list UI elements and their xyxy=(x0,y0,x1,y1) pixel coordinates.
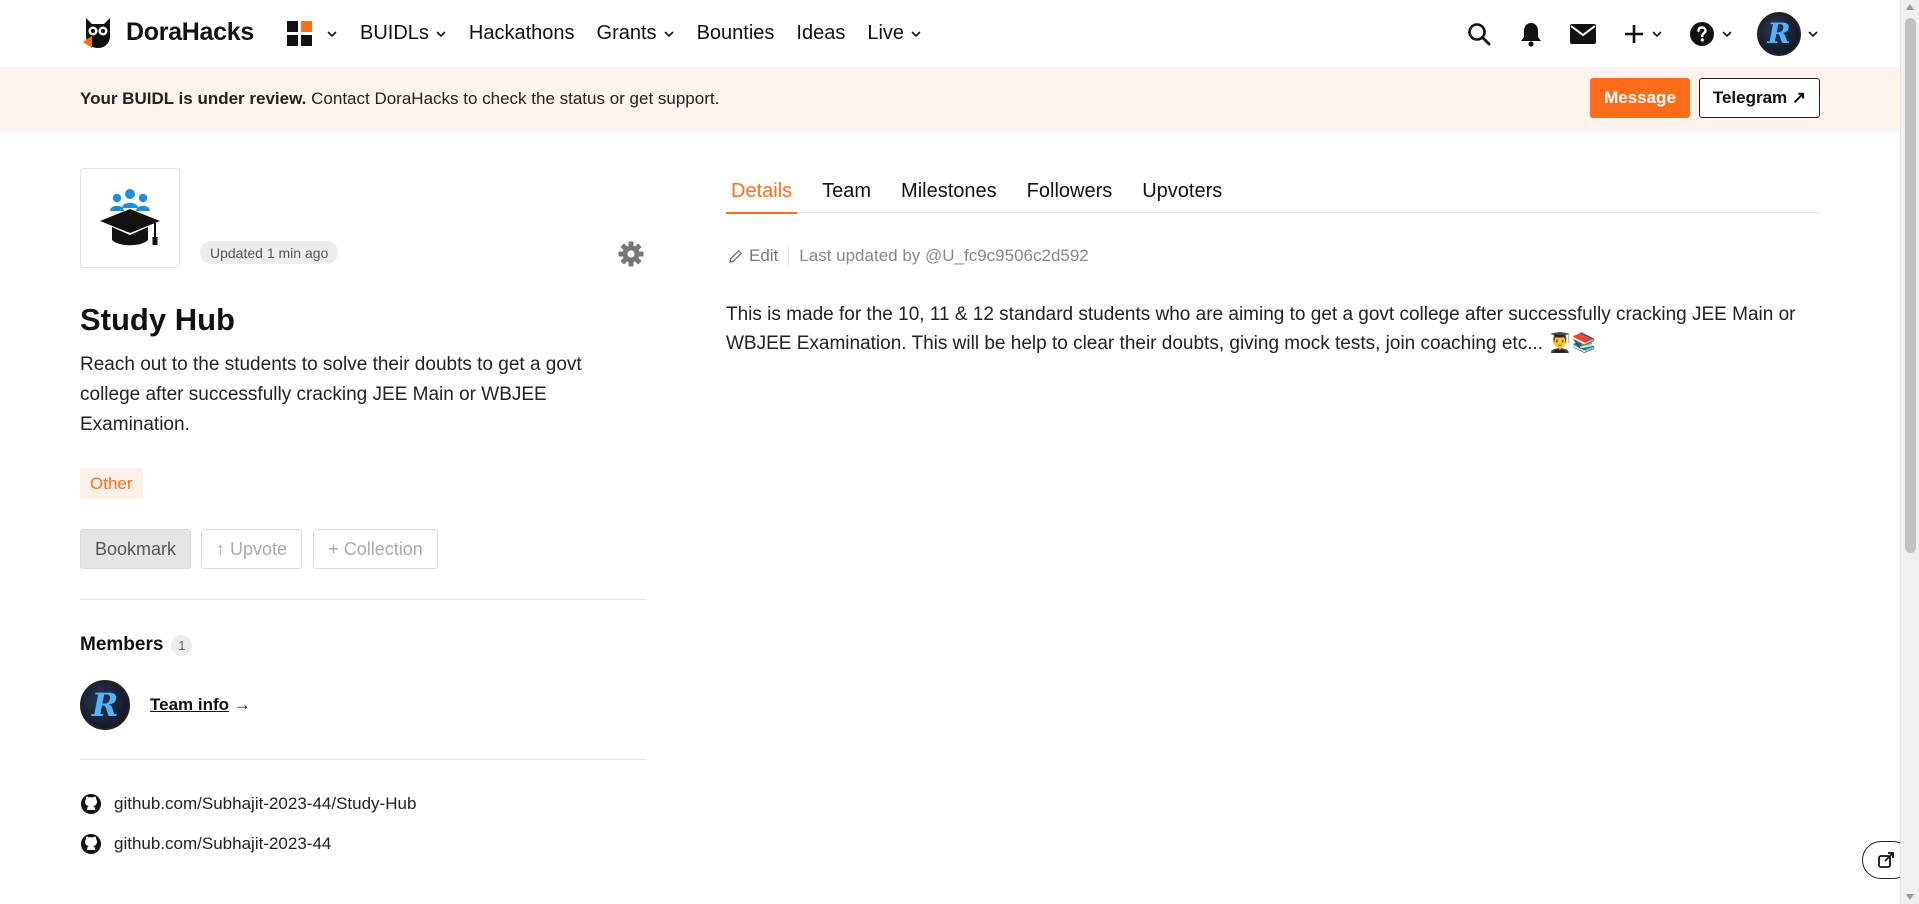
project-description: Reach out to the students to solve their… xyxy=(80,354,582,435)
nav-buidls[interactable]: BUIDLs xyxy=(360,22,447,45)
link-text: github.com/Subhajit-2023-44 xyxy=(114,834,332,853)
nav-hackathons[interactable]: Hackathons xyxy=(469,22,575,45)
search-icon[interactable] xyxy=(1466,21,1492,47)
apps-menu-button[interactable] xyxy=(287,21,338,46)
share-icon xyxy=(1878,852,1894,868)
nav-live[interactable]: Live xyxy=(867,22,922,45)
edit-button[interactable]: Edit xyxy=(728,246,778,266)
chevron-down-icon xyxy=(911,30,921,37)
banner-bold-text: Your BUIDL is under review. xyxy=(80,89,307,108)
edit-label: Edit xyxy=(749,246,779,265)
tab-details[interactable]: Details xyxy=(726,180,798,214)
arrow-right-icon: → xyxy=(229,695,251,714)
nav-label: Bounties xyxy=(696,22,775,44)
banner-detail-text: Contact DoraHacks to check the status or… xyxy=(306,89,720,108)
chevron-down-icon xyxy=(663,30,674,37)
chevron-down-icon xyxy=(1652,30,1662,37)
tab-milestones[interactable]: Milestones xyxy=(896,180,1002,213)
github-icon xyxy=(81,834,101,854)
help-icon xyxy=(1690,21,1714,46)
main-nav: BUIDLs Hackathons Grants Bounties Ideas … xyxy=(287,0,944,67)
team-info-label: Team info xyxy=(150,695,230,714)
nav-label: Ideas xyxy=(796,22,846,44)
plus-icon xyxy=(1625,24,1643,43)
bookmark-button[interactable]: Bookmark xyxy=(80,529,191,569)
vertical-scrollbar[interactable] xyxy=(1900,0,1919,904)
telegram-button[interactable]: Telegram ↗ xyxy=(1699,78,1820,118)
nav-label: Live xyxy=(867,22,905,44)
scroll-down-arrow-icon[interactable] xyxy=(1906,894,1914,900)
avatar: R xyxy=(1757,11,1801,56)
divider xyxy=(788,247,790,265)
create-menu-button[interactable] xyxy=(1623,23,1663,45)
member-avatar[interactable]: R xyxy=(80,680,130,730)
link-text: github.com/Subhajit-2023-44/Study-Hub xyxy=(114,794,417,813)
divider xyxy=(80,759,646,760)
team-info-link[interactable]: Team info → xyxy=(150,695,251,715)
top-nav: DoraHacks BUIDLs Hackathons Grants Bount… xyxy=(0,0,1900,67)
message-button[interactable]: Message xyxy=(1590,78,1690,118)
brand-name: DoraHacks xyxy=(126,17,254,46)
divider xyxy=(80,599,646,600)
edit-row: Edit Last updated by @U_fc9c9506c2d592 xyxy=(728,246,1089,266)
banner-message: Your BUIDL is under review. Contact Dora… xyxy=(80,89,719,109)
scroll-up-arrow-icon[interactable] xyxy=(1906,4,1914,10)
nav-grants[interactable]: Grants xyxy=(597,22,675,45)
updated-badge: Updated 1 min ago xyxy=(200,241,339,264)
nav-ideas[interactable]: Ideas xyxy=(796,22,845,45)
members-title: Members xyxy=(80,634,164,655)
project-logo xyxy=(80,168,180,268)
github-profile-link[interactable]: github.com/Subhajit-2023-44 xyxy=(80,833,331,855)
detail-tabs: Details Team Milestones Followers Upvote… xyxy=(726,180,1820,214)
owl-logo-icon xyxy=(83,18,110,48)
chevron-down-icon xyxy=(1722,30,1732,37)
scrollbar-thumb[interactable] xyxy=(1905,18,1916,553)
details-body: This is made for the 10, 11 & 12 standar… xyxy=(726,304,1796,354)
github-icon xyxy=(81,794,101,814)
members-heading: Members 1 xyxy=(80,634,193,656)
nav-bounties[interactable]: Bounties xyxy=(697,22,775,45)
brand-logo[interactable]: DoraHacks xyxy=(80,14,254,50)
category-tag[interactable]: Other xyxy=(80,468,143,499)
nav-label: Grants xyxy=(596,22,657,44)
apps-grid-icon xyxy=(287,21,312,46)
pencil-icon xyxy=(729,249,742,263)
graduation-cap-icon xyxy=(100,189,160,246)
tab-upvoters[interactable]: Upvoters xyxy=(1137,180,1227,213)
mail-icon[interactable] xyxy=(1569,23,1597,45)
github-repo-link[interactable]: github.com/Subhajit-2023-44/Study-Hub xyxy=(80,793,416,815)
gear-icon[interactable] xyxy=(617,240,645,268)
last-updated-text: Last updated by @U_fc9c9506c2d592 xyxy=(799,246,1089,265)
tab-followers[interactable]: Followers xyxy=(1022,180,1118,213)
add-collection-button[interactable]: + Collection xyxy=(313,529,438,569)
nav-right-actions: R xyxy=(1466,0,1900,67)
chevron-down-icon xyxy=(1808,30,1818,37)
chevron-down-icon xyxy=(327,30,337,37)
avatar: R xyxy=(80,680,130,730)
user-menu-button[interactable]: R xyxy=(1757,11,1819,56)
help-menu-button[interactable] xyxy=(1689,21,1733,47)
chevron-down-icon xyxy=(436,30,446,37)
members-count-badge: 1 xyxy=(171,634,193,656)
project-title: Study Hub xyxy=(80,302,235,337)
nav-label: Hackathons xyxy=(468,22,575,44)
bell-icon[interactable] xyxy=(1519,21,1543,47)
nav-label: BUIDLs xyxy=(360,22,429,44)
tab-team[interactable]: Team xyxy=(817,180,876,213)
upvote-button[interactable]: ↑ Upvote xyxy=(201,529,302,569)
